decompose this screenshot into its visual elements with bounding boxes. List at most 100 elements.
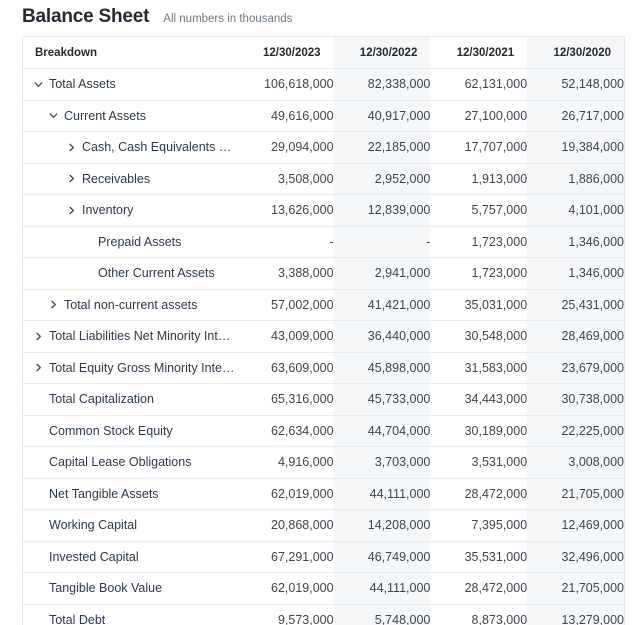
value-cell-c2021: 35,531,000 — [430, 541, 528, 573]
value-cell-c2023: - — [236, 226, 334, 258]
table-row: Tangible Book Value 62,019,000 44,111,000 2… — [23, 572, 624, 605]
value-cell-c2020: 3,008,000 — [527, 446, 624, 479]
units-note: All numbers in thousands — [163, 13, 293, 25]
value-cell-c2020: 52,148,000 — [527, 68, 624, 101]
row-label-cell: Prepaid Assets — [23, 226, 237, 258]
header-row: Breakdown 12/30/2023 12/30/2022 12/30/2021 1… — [23, 37, 624, 69]
value-cell-c2023: 62,019,000 — [236, 572, 334, 605]
column-header-c2020[interactable]: 12/30/2020 — [527, 37, 624, 69]
value-cell-c2023: 49,616,000 — [236, 100, 334, 132]
value-cell-c2021: 35,031,000 — [430, 289, 528, 321]
value-cell-c2021: 27,100,000 — [430, 100, 528, 132]
value-cell-c2022: 82,338,000 — [333, 68, 431, 101]
value-cell-c2022: 3,703,000 — [333, 446, 431, 479]
row-label-cell: Common Stock Equity — [23, 415, 237, 447]
value-cell-c2023: 4,916,000 — [236, 446, 334, 479]
column-header-c2023[interactable]: 12/30/2023 — [236, 37, 334, 69]
row-label-text: Prepaid Assets — [98, 234, 182, 249]
value-cell-c2021: 1,913,000 — [430, 163, 528, 195]
value-cell-c2020: 23,679,000 — [527, 352, 624, 384]
row-label-cell: Other Current Assets — [23, 257, 237, 290]
table-row: Invested Capital 67,291,000 46,749,000 35,5… — [23, 541, 624, 573]
column-header-label[interactable]: Breakdown — [23, 37, 237, 69]
table-header: Breakdown 12/30/2023 12/30/2022 12/30/2021 1… — [23, 37, 624, 69]
chevron-right-icon[interactable] — [47, 300, 60, 309]
row-label-text: Total Debt — [49, 612, 106, 625]
balance-sheet-page: Balance Sheet All numbers in thousands B… — [0, 0, 640, 625]
value-cell-c2023: 67,291,000 — [236, 541, 334, 573]
table-row: Total Equity Gross Minority Inte… 63,609,… — [23, 352, 624, 384]
row-label-cell: Total Capitalization — [23, 383, 237, 416]
row-label-cell: Receivables — [23, 163, 237, 195]
table-row: Prepaid Assets - -1,723,000 1,346,000 — [23, 226, 624, 258]
value-cell-c2023: 63,609,000 — [236, 352, 334, 384]
value-cell-c2022: 41,421,000 — [333, 289, 431, 321]
value-cell-c2022: 2,952,000 — [333, 163, 431, 195]
value-cell-c2023: 106,618,000 — [236, 68, 334, 101]
row-label-text: Total Capitalization — [49, 392, 154, 407]
row-label-text: Cash, Cash Equivalents & S… — [82, 140, 237, 155]
value-cell-c2021: 28,472,000 — [430, 572, 528, 605]
row-label-text: Capital Lease Obligations — [49, 455, 192, 470]
value-cell-c2022: 5,748,000 — [333, 604, 431, 625]
row-label-text: Common Stock Equity — [49, 423, 173, 438]
value-cell-c2023: 65,316,000 — [236, 383, 334, 416]
value-cell-c2021: 28,472,000 — [430, 478, 528, 510]
value-cell-c2022: 44,704,000 — [333, 415, 431, 447]
row-label-cell: Total Liabilities Net Minority Int… — [23, 320, 237, 353]
page-header: Balance Sheet All numbers in thousands — [0, 0, 640, 36]
row-label-text: Working Capital — [49, 518, 138, 533]
chevron-right-icon[interactable] — [32, 363, 45, 372]
value-cell-c2020: 22,225,000 — [527, 415, 624, 447]
row-label-cell: Invested Capital — [23, 541, 237, 573]
value-cell-c2021: 30,548,000 — [430, 320, 528, 353]
value-cell-c2020: 4,101,000 — [527, 194, 624, 227]
chevron-right-icon[interactable] — [65, 206, 78, 215]
row-label-text: Inventory — [82, 203, 134, 218]
value-cell-c2022: - — [333, 226, 431, 258]
table-body: Total Assets 106,618,000 82,338,000 62,131,… — [23, 68, 624, 625]
value-cell-c2021: 31,583,000 — [430, 352, 528, 384]
value-cell-c2022: 44,111,000 — [333, 478, 431, 510]
chevron-right-icon[interactable] — [65, 143, 78, 152]
table-row: Common Stock Equity 62,634,000 44,704,000 3… — [23, 415, 624, 447]
row-label-cell: Current Assets — [23, 100, 237, 132]
value-cell-c2022: 12,839,000 — [333, 194, 431, 227]
chevron-right-icon[interactable] — [32, 332, 45, 341]
table-row: Other Current Assets 3,388,000 2,941,000 1,… — [23, 257, 624, 290]
page-title: Balance Sheet — [22, 6, 150, 27]
table-row: Receivables 3,508,000 2,952,000 1,913,000 1,… — [23, 163, 624, 195]
value-cell-c2022: 44,111,000 — [333, 572, 431, 605]
value-cell-c2020: 1,886,000 — [527, 163, 624, 195]
value-cell-c2021: 3,531,000 — [430, 446, 528, 479]
balance-sheet-table: Breakdown 12/30/2023 12/30/2022 12/30/2021 1… — [23, 37, 624, 625]
value-cell-c2021: 30,189,000 — [430, 415, 528, 447]
value-cell-c2020: 13,279,000 — [527, 604, 624, 625]
value-cell-c2023: 57,002,000 — [236, 289, 334, 321]
row-label-cell: Total Debt — [23, 604, 237, 625]
value-cell-c2023: 29,094,000 — [236, 131, 334, 164]
value-cell-c2020: 25,431,000 — [527, 289, 624, 321]
chevron-down-icon[interactable] — [32, 80, 45, 89]
row-label-cell: Inventory — [23, 194, 237, 227]
value-cell-c2022: 40,917,000 — [333, 100, 431, 132]
row-label-cell: Cash, Cash Equivalents & S… — [23, 131, 237, 164]
value-cell-c2023: 3,508,000 — [236, 163, 334, 195]
value-cell-c2022: 2,941,000 — [333, 257, 431, 290]
column-header-c2021[interactable]: 12/30/2021 — [430, 37, 528, 69]
value-cell-c2021: 62,131,000 — [430, 68, 528, 101]
table-row: Cash, Cash Equivalents & S… 29,094,000 22,… — [23, 131, 624, 164]
value-cell-c2021: 1,723,000 — [430, 257, 528, 290]
value-cell-c2023: 13,626,000 — [236, 194, 334, 227]
chevron-right-icon[interactable] — [65, 174, 78, 183]
row-label-text: Invested Capital — [49, 549, 139, 564]
value-cell-c2020: 32,496,000 — [527, 541, 624, 573]
table-row: Inventory 13,626,000 12,839,000 5,757,000 4,… — [23, 194, 624, 227]
value-cell-c2022: 36,440,000 — [333, 320, 431, 353]
column-header-c2022[interactable]: 12/30/2022 — [333, 37, 431, 69]
table-row: Total Assets 106,618,000 82,338,000 62,131,… — [23, 68, 624, 101]
row-label-text: Receivables — [82, 171, 151, 186]
value-cell-c2020: 21,705,000 — [527, 478, 624, 510]
table-row: Total Liabilities Net Minority Int… 43,00… — [23, 320, 624, 353]
chevron-down-icon[interactable] — [47, 111, 60, 120]
